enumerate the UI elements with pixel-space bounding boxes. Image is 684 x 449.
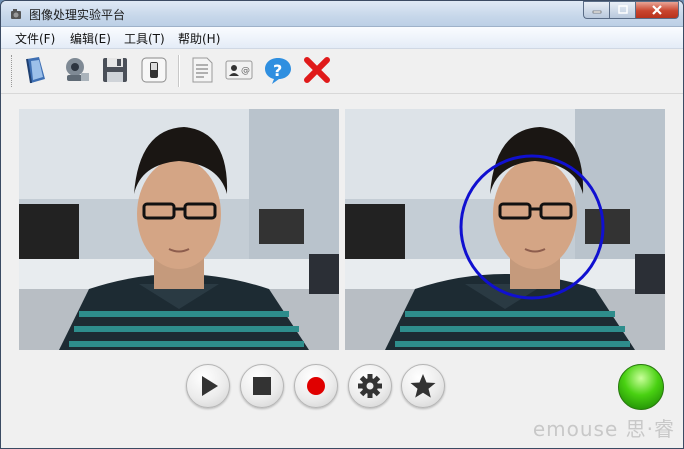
settings-icon [358,374,382,398]
open-icon[interactable] [21,55,51,85]
toolbar-separator [178,55,180,87]
processed-video-panel [345,109,665,350]
play-icon [202,376,218,396]
stop-button[interactable] [240,364,284,408]
processed-frame-image [345,109,665,350]
play-button[interactable] [186,364,230,408]
minimize-button[interactable] [583,1,609,19]
menu-edit[interactable]: 编辑(E) [70,30,111,47]
star-icon [410,374,436,398]
settings-button[interactable] [348,364,392,408]
record-button[interactable] [294,364,338,408]
menu-tools[interactable]: 工具(T) [124,30,165,47]
menu-bar: 文件(F) 编辑(E) 工具(T) 帮助(H) [1,27,683,49]
maximize-icon [617,5,628,14]
watermark: emouse 思·睿 [532,417,675,441]
main-window: 图像处理实验平台 文件(F) 编辑(E) 工具(T) 帮助(H) @ ? emo… [0,0,684,449]
camera-frame-image [19,109,339,350]
window-title: 图像处理实验平台 [29,8,126,22]
window-controls [583,1,679,19]
document-icon[interactable] [187,55,217,85]
help-icon[interactable]: ? [263,55,293,85]
record-icon [307,377,325,395]
close-red-icon[interactable] [302,55,332,85]
camera-icon[interactable] [61,55,91,85]
app-icon [9,6,23,20]
status-indicator [618,364,664,410]
source-video-panel [19,109,339,350]
switch-icon[interactable] [139,55,169,85]
stop-icon [253,377,271,395]
contact-icon[interactable]: @ [224,55,254,85]
close-icon [652,5,662,15]
toolbar-grip[interactable] [11,55,15,87]
svg-text:?: ? [273,61,282,80]
maximize-button[interactable] [609,1,635,19]
menu-file[interactable]: 文件(F) [15,30,55,47]
favorite-button[interactable] [401,364,445,408]
title-bar[interactable]: 图像处理实验平台 [1,1,683,27]
close-button[interactable] [635,1,679,19]
menu-help[interactable]: 帮助(H) [178,30,220,47]
minimize-icon [592,10,601,14]
svg-text:@: @ [241,66,250,76]
toolbar: @ ? [1,49,683,94]
save-icon[interactable] [100,55,130,85]
